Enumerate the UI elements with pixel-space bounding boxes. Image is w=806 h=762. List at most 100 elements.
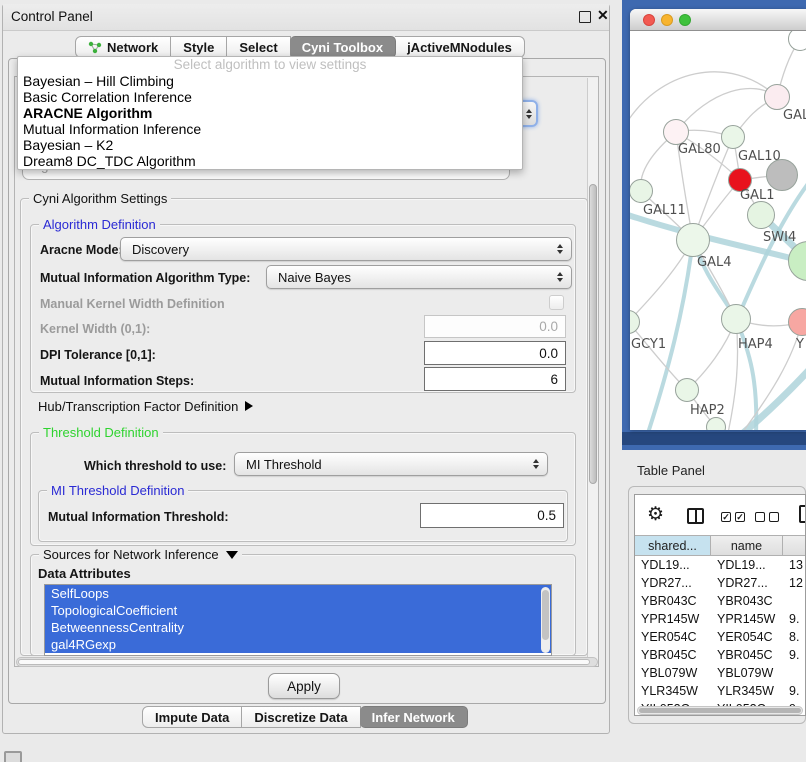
dpi-tolerance-label: DPI Tolerance [0,1]: — [40, 348, 156, 362]
network-node[interactable] — [676, 223, 710, 257]
node-label: HAP4 — [738, 337, 773, 352]
page-icon[interactable] — [799, 505, 806, 523]
table-cell: YBR045C — [711, 646, 783, 664]
table-cell: 12 — [783, 574, 806, 592]
tab-infer-network[interactable]: Infer Network — [360, 706, 468, 728]
float-window-icon[interactable] — [579, 11, 591, 23]
table-row[interactable]: YBR043CYBR043C — [635, 592, 806, 610]
algorithm-option[interactable]: ARACNE Algorithm — [18, 105, 522, 121]
sources-expander[interactable]: Sources for Network Inference — [39, 547, 242, 562]
mi-algorithm-type-label: Mutual Information Algorithm Type: — [40, 271, 250, 285]
settings-horizontal-scrollbar[interactable] — [16, 657, 598, 667]
table-cell: 13 — [783, 556, 806, 574]
aracne-mode-combobox[interactable]: Discovery — [120, 237, 572, 261]
network-node[interactable] — [706, 417, 726, 430]
table-row[interactable]: YDR27...YDR27...12 — [635, 574, 806, 592]
panel-title: Control Panel — [11, 9, 93, 24]
bottom-tabbar: Impute Data Discretize Data Infer Networ… — [142, 706, 467, 728]
table-column-header[interactable]: name — [711, 535, 783, 556]
tab-label: Impute Data — [155, 710, 229, 725]
minimize-window-icon[interactable] — [661, 14, 673, 26]
table-column-header[interactable] — [783, 535, 806, 556]
list-scrollbar[interactable] — [541, 587, 550, 653]
combobox-value: MI Threshold — [246, 457, 322, 472]
tab-discretize-data[interactable]: Discretize Data — [242, 706, 360, 728]
table-horizontal-scrollbar[interactable] — [637, 706, 803, 715]
field-value: 0.5 — [537, 508, 556, 523]
network-tab-icon — [88, 41, 102, 54]
table-cell: YER054C — [635, 628, 711, 646]
combobox-value: Naive Bayes — [278, 270, 351, 285]
dpi-tolerance-field[interactable]: 0.0 — [424, 341, 566, 365]
algorithm-option[interactable]: Basic Correlation Inference — [18, 89, 522, 105]
scrollbar-thumb[interactable] — [589, 184, 597, 484]
tab-style[interactable]: Style — [171, 36, 227, 58]
zoom-window-icon[interactable] — [679, 14, 691, 26]
attribute-item[interactable]: BetweennessCentrality — [45, 619, 551, 636]
network-node[interactable] — [721, 304, 751, 334]
split-columns-icon[interactable] — [687, 508, 704, 524]
attribute-item[interactable]: TopologicalCoefficient — [45, 602, 551, 619]
checked-checkboxes-icon[interactable]: ✓✓ — [721, 512, 745, 522]
table-cell: YBR043C — [711, 592, 783, 610]
settings-vertical-scrollbar[interactable] — [587, 78, 598, 665]
tab-label: Discretize Data — [254, 710, 347, 725]
attribute-item[interactable]: gal4RGexp — [45, 636, 551, 653]
scrollbar-thumb[interactable] — [639, 708, 801, 713]
network-window-titlebar[interactable] — [630, 9, 806, 31]
table-row[interactable]: YBR045CYBR045C9. — [635, 646, 806, 664]
table-cell: YLR345W — [635, 682, 711, 700]
tab-select[interactable]: Select — [227, 36, 290, 58]
collapsed-panel-icon[interactable] — [4, 751, 22, 762]
table-row[interactable]: YLR345WYLR345W9. — [635, 682, 806, 700]
data-attributes-list[interactable]: SelfLoopsTopologicalCoefficientBetweenne… — [44, 584, 552, 656]
tab-cyni-toolbox[interactable]: Cyni Toolbox — [290, 36, 396, 58]
network-node[interactable] — [630, 179, 653, 203]
node-label: GAL4 — [697, 255, 731, 270]
unchecked-checkboxes-icon[interactable] — [755, 512, 779, 522]
hub-transcription-expander[interactable]: Hub/Transcription Factor Definition — [38, 398, 253, 414]
table-row[interactable]: YBL079WYBL079W — [635, 664, 806, 682]
group-title: Cyni Algorithm Settings — [29, 191, 171, 206]
network-node[interactable] — [675, 378, 699, 402]
tab-jactivemnodules[interactable]: jActiveMNodules — [395, 36, 525, 58]
mi-steps-field[interactable]: 6 — [424, 367, 566, 391]
gear-icon[interactable]: ⚙ — [647, 503, 664, 526]
algorithm-option[interactable]: Bayesian – K2 — [18, 137, 522, 153]
mi-threshold-field[interactable]: 0.5 — [420, 503, 564, 528]
close-panel-icon[interactable]: ✕ — [597, 7, 609, 24]
algorithm-option[interactable]: Dream8 DC_TDC Algorithm — [18, 153, 522, 169]
table-cell — [783, 592, 806, 610]
apply-button[interactable]: Apply — [268, 673, 340, 699]
scrollbar-thumb[interactable] — [542, 590, 549, 640]
table-column-header[interactable]: shared... — [635, 535, 711, 556]
table-cell: YDR27... — [711, 574, 783, 592]
stepper-arrows-icon — [533, 459, 539, 469]
table-cell — [783, 664, 806, 682]
network-canvas[interactable]: GALGAL80GAL10GAL11GAL1SWI4GAL4GCY1HAP4YH… — [630, 31, 806, 430]
network-node[interactable] — [747, 201, 775, 229]
button-label: Apply — [287, 679, 321, 694]
tab-network[interactable]: Network — [75, 36, 171, 58]
table-row[interactable]: YDL19...YDL19...13 — [635, 556, 806, 574]
popup-hint: Select algorithm to view settings — [18, 57, 522, 73]
close-window-icon[interactable] — [643, 14, 655, 26]
scrollbar-thumb[interactable] — [18, 659, 590, 665]
table-header-row: shared...name — [635, 535, 806, 556]
algorithm-option[interactable]: Bayesian – Hill Climbing — [18, 73, 522, 89]
control-panel-titlebar: Control Panel ✕ — [3, 4, 609, 31]
network-node[interactable] — [764, 84, 790, 110]
node-label: GAL80 — [678, 142, 721, 157]
manual-kernel-width-checkbox[interactable] — [549, 295, 564, 310]
mi-algorithm-type-combobox[interactable]: Naive Bayes — [266, 265, 572, 289]
table-row[interactable]: YER054CYER054C8. — [635, 628, 806, 646]
attribute-item[interactable]: SelfLoops — [45, 585, 551, 602]
tab-impute-data[interactable]: Impute Data — [142, 706, 242, 728]
table-panel-title: Table Panel — [637, 463, 705, 478]
table-row[interactable]: YPR145WYPR145W9. — [635, 610, 806, 628]
algorithm-option[interactable]: Mutual Information Inference — [18, 121, 522, 137]
network-node[interactable] — [766, 159, 798, 191]
algorithm-dropdown-popup: Select algorithm to view settings Bayesi… — [17, 56, 523, 170]
network-node[interactable] — [721, 125, 745, 149]
which-threshold-combobox[interactable]: MI Threshold — [234, 452, 548, 476]
